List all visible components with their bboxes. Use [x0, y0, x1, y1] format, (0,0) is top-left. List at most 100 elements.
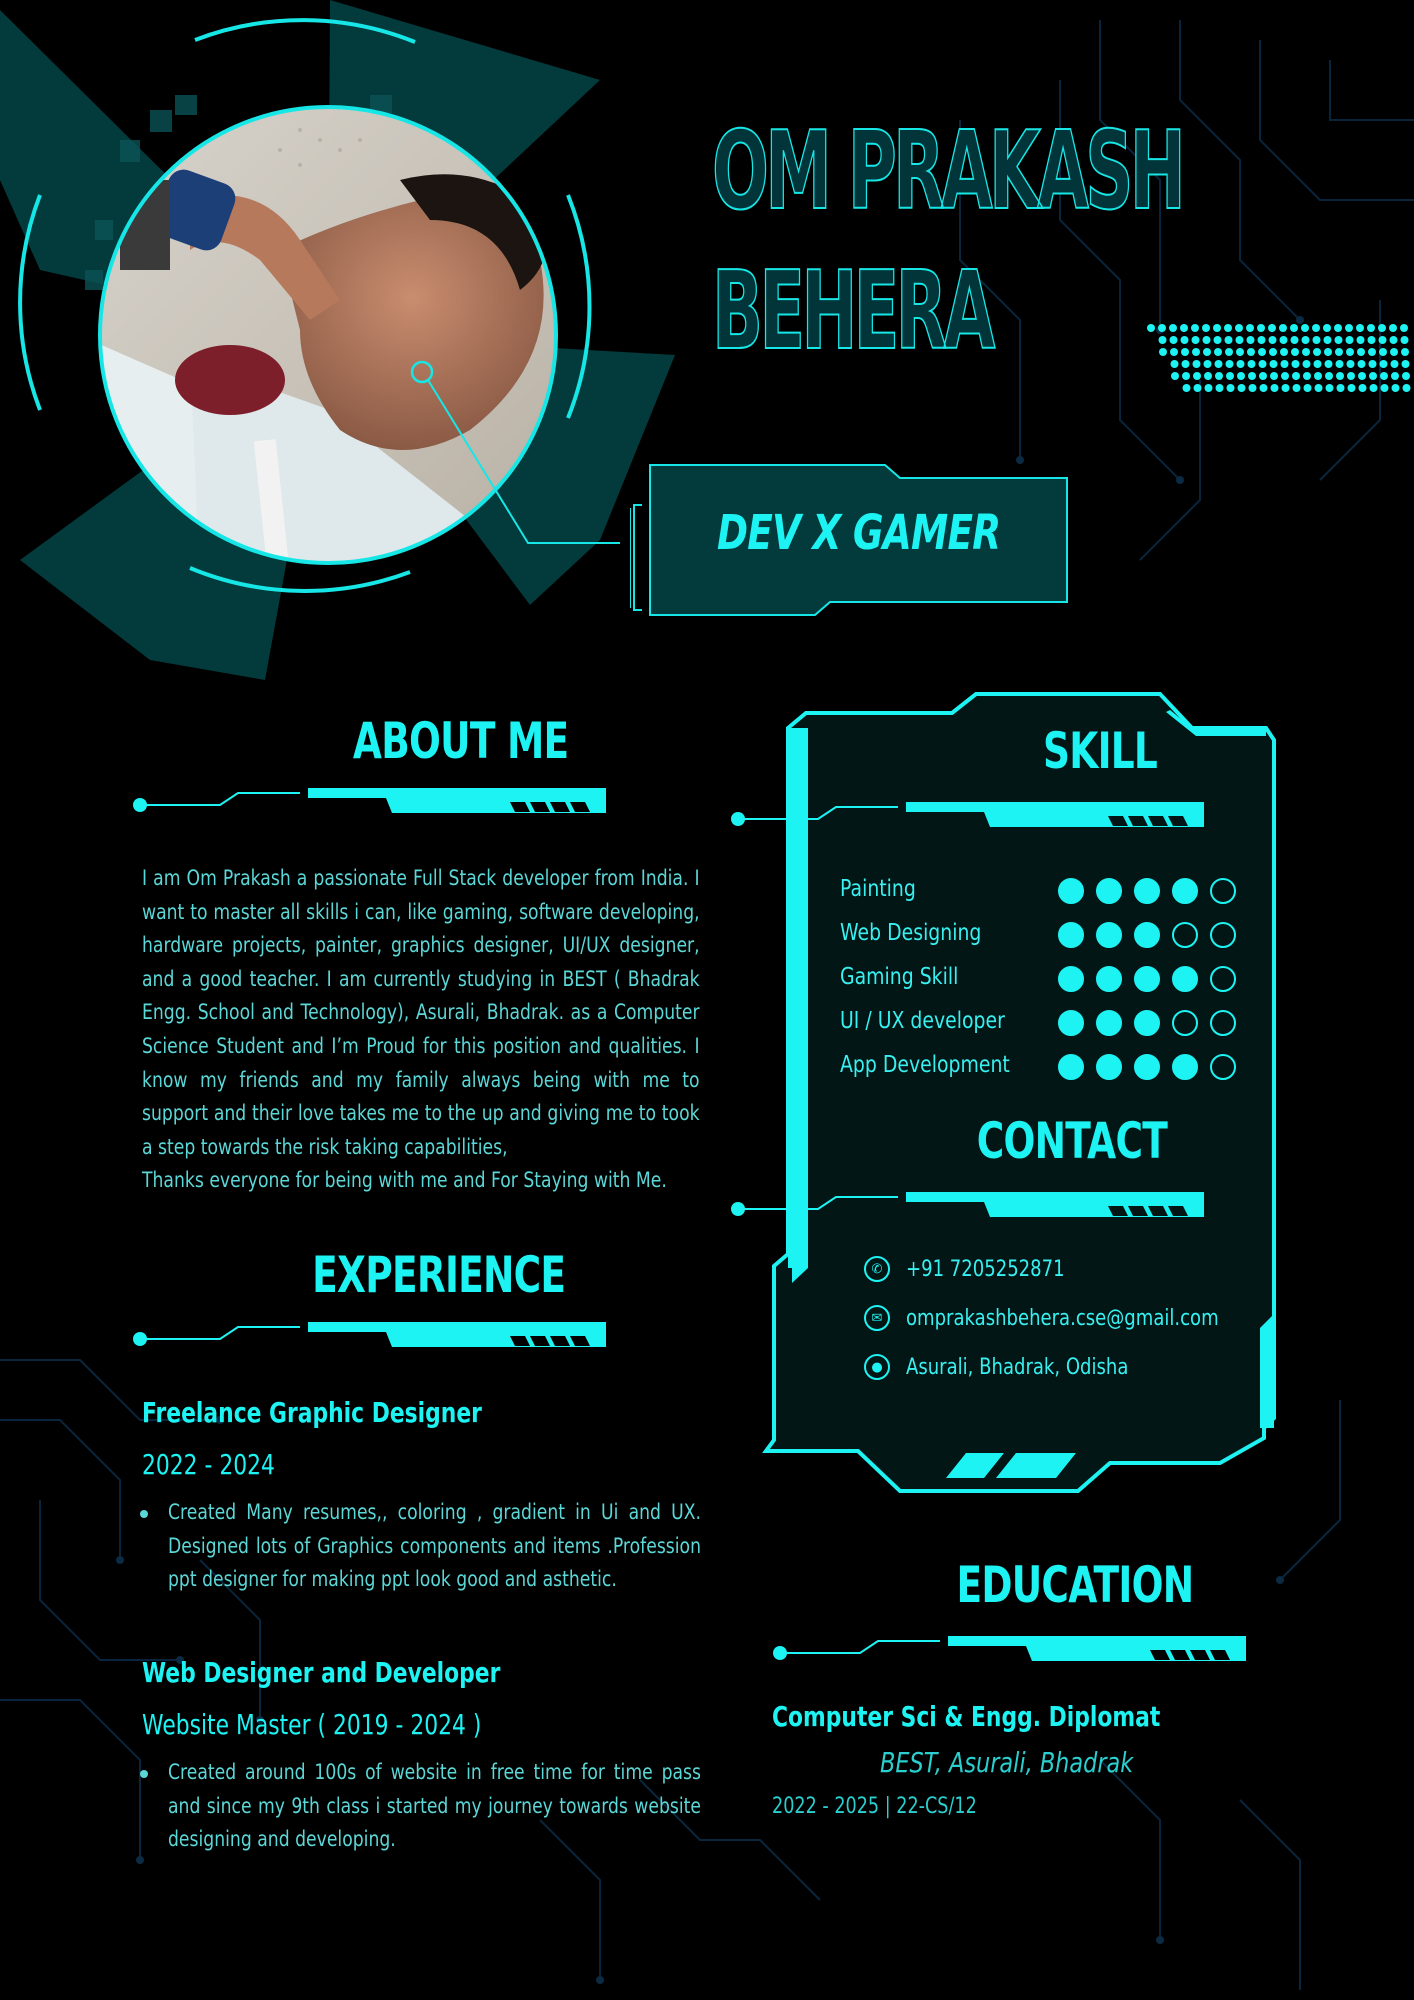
education-degree: Computer Sci & Engg. Diplomat [772, 1700, 1161, 1733]
pattern-dot [1345, 336, 1354, 344]
pattern-dot [1237, 372, 1245, 380]
pattern-dot [1180, 324, 1188, 332]
name-line-2: BEHERA [711, 249, 996, 374]
pattern-dot [1259, 372, 1267, 380]
pattern-dot [1346, 360, 1355, 368]
education-years: 2022 - 2025 | 22-CS/12 [772, 1794, 977, 1819]
rating-dot-filled [1096, 922, 1122, 948]
pattern-dot [1158, 324, 1166, 332]
pattern-dot [1291, 348, 1299, 356]
pattern-dot [1268, 324, 1276, 332]
pattern-dot [1259, 384, 1268, 392]
about-divider [133, 788, 606, 813]
pattern-dot [1236, 348, 1244, 356]
pattern-dot [1269, 348, 1277, 356]
job-2-description: Created around 100s of website in free t… [168, 1760, 701, 1852]
pattern-dot [1214, 348, 1222, 356]
pattern-dot [1380, 384, 1389, 392]
pattern-dot [1193, 384, 1202, 392]
pattern-dot [1159, 348, 1167, 356]
pattern-dot [1335, 360, 1344, 368]
pattern-dot [1302, 360, 1311, 368]
pattern-dot [1182, 384, 1191, 392]
pattern-dot [1324, 348, 1332, 356]
pattern-dot [1347, 372, 1355, 380]
pattern-dot [1301, 324, 1309, 332]
pattern-dot [1248, 372, 1256, 380]
skill-rating [1058, 1010, 1236, 1036]
pattern-dot [1225, 360, 1234, 368]
pattern-dot [1204, 372, 1212, 380]
pattern-dot [1334, 336, 1343, 344]
pattern-dot [1224, 324, 1232, 332]
job-2-subtitle: Website Master ( 2019 - 2024 ) [142, 1708, 482, 1741]
contact-divider [731, 1192, 1204, 1217]
contact-address: ● Asurali, Bhadrak, Odisha [864, 1354, 1177, 1380]
rating-dot-filled [1134, 966, 1160, 992]
job-1-bullet [140, 1510, 148, 1518]
rating-dot-filled [1096, 1010, 1122, 1036]
job-1-subtitle: 2022 - 2024 [142, 1448, 275, 1481]
contact-email[interactable]: ✉ omprakashbehera.cse@gmail.com [864, 1305, 1287, 1331]
pattern-dot [1391, 372, 1399, 380]
pattern-dot [1235, 336, 1244, 344]
pattern-dot [1193, 372, 1201, 380]
pattern-dot [1182, 372, 1190, 380]
pattern-dot [1169, 336, 1178, 344]
pattern-dot [1202, 324, 1210, 332]
pattern-dot [1379, 348, 1387, 356]
skill-divider [731, 802, 1204, 827]
skill-label: UI / UX developer [840, 1008, 1005, 1034]
pattern-dot [1213, 336, 1222, 344]
pattern-dot [1369, 372, 1377, 380]
hex-dot-pattern [1147, 324, 1411, 392]
pattern-dot [1292, 384, 1301, 392]
pattern-dot [1325, 384, 1334, 392]
rating-dot-empty [1172, 1010, 1198, 1036]
job-2-title: Web Designer and Developer [142, 1656, 501, 1689]
pattern-dot [1356, 324, 1364, 332]
pattern-dot [1270, 384, 1279, 392]
pattern-dot [1291, 360, 1300, 368]
rating-dot-filled [1096, 966, 1122, 992]
skill-title: SKILL [1043, 722, 1158, 780]
about-title: ABOUT ME [352, 712, 568, 770]
pattern-dot [1380, 372, 1388, 380]
pattern-dot [1192, 348, 1200, 356]
pattern-dot [1290, 324, 1298, 332]
contact-phone[interactable]: ✆ +91 7205252871 [864, 1256, 1099, 1282]
pattern-dot [1281, 384, 1290, 392]
rating-dot-filled [1058, 1010, 1084, 1036]
pattern-dot [1369, 384, 1378, 392]
pattern-dot [1181, 360, 1190, 368]
pattern-dot [1170, 360, 1179, 368]
pattern-dot [1378, 324, 1386, 332]
pattern-dot [1314, 384, 1323, 392]
pattern-dot [1226, 384, 1235, 392]
rating-dot-filled [1096, 1054, 1122, 1080]
pattern-dot [1192, 360, 1201, 368]
skill-rating [1058, 1054, 1236, 1080]
pattern-dot [1402, 372, 1410, 380]
education-school: BEST, Asurali, Bhadrak [880, 1746, 1134, 1779]
pattern-dot [1204, 384, 1213, 392]
pattern-dot [1213, 324, 1221, 332]
pattern-dot [1367, 324, 1375, 332]
pattern-dot [1214, 360, 1223, 368]
skill-label: Gaming Skill [840, 964, 959, 990]
location-icon: ● [864, 1354, 890, 1380]
pattern-dot [1336, 384, 1345, 392]
pattern-dot [1191, 336, 1200, 344]
pattern-dot [1215, 384, 1224, 392]
rating-dot-empty [1172, 922, 1198, 948]
pattern-dot [1336, 372, 1344, 380]
pattern-dot [1279, 336, 1288, 344]
pattern-dot [1334, 324, 1342, 332]
pattern-dot [1258, 348, 1266, 356]
experience-title: EXPERIENCE [311, 1246, 566, 1304]
pattern-dot [1302, 348, 1310, 356]
pattern-dot [1400, 324, 1408, 332]
pattern-dot [1170, 348, 1178, 356]
pattern-dot [1147, 324, 1155, 332]
pattern-dot [1235, 324, 1243, 332]
